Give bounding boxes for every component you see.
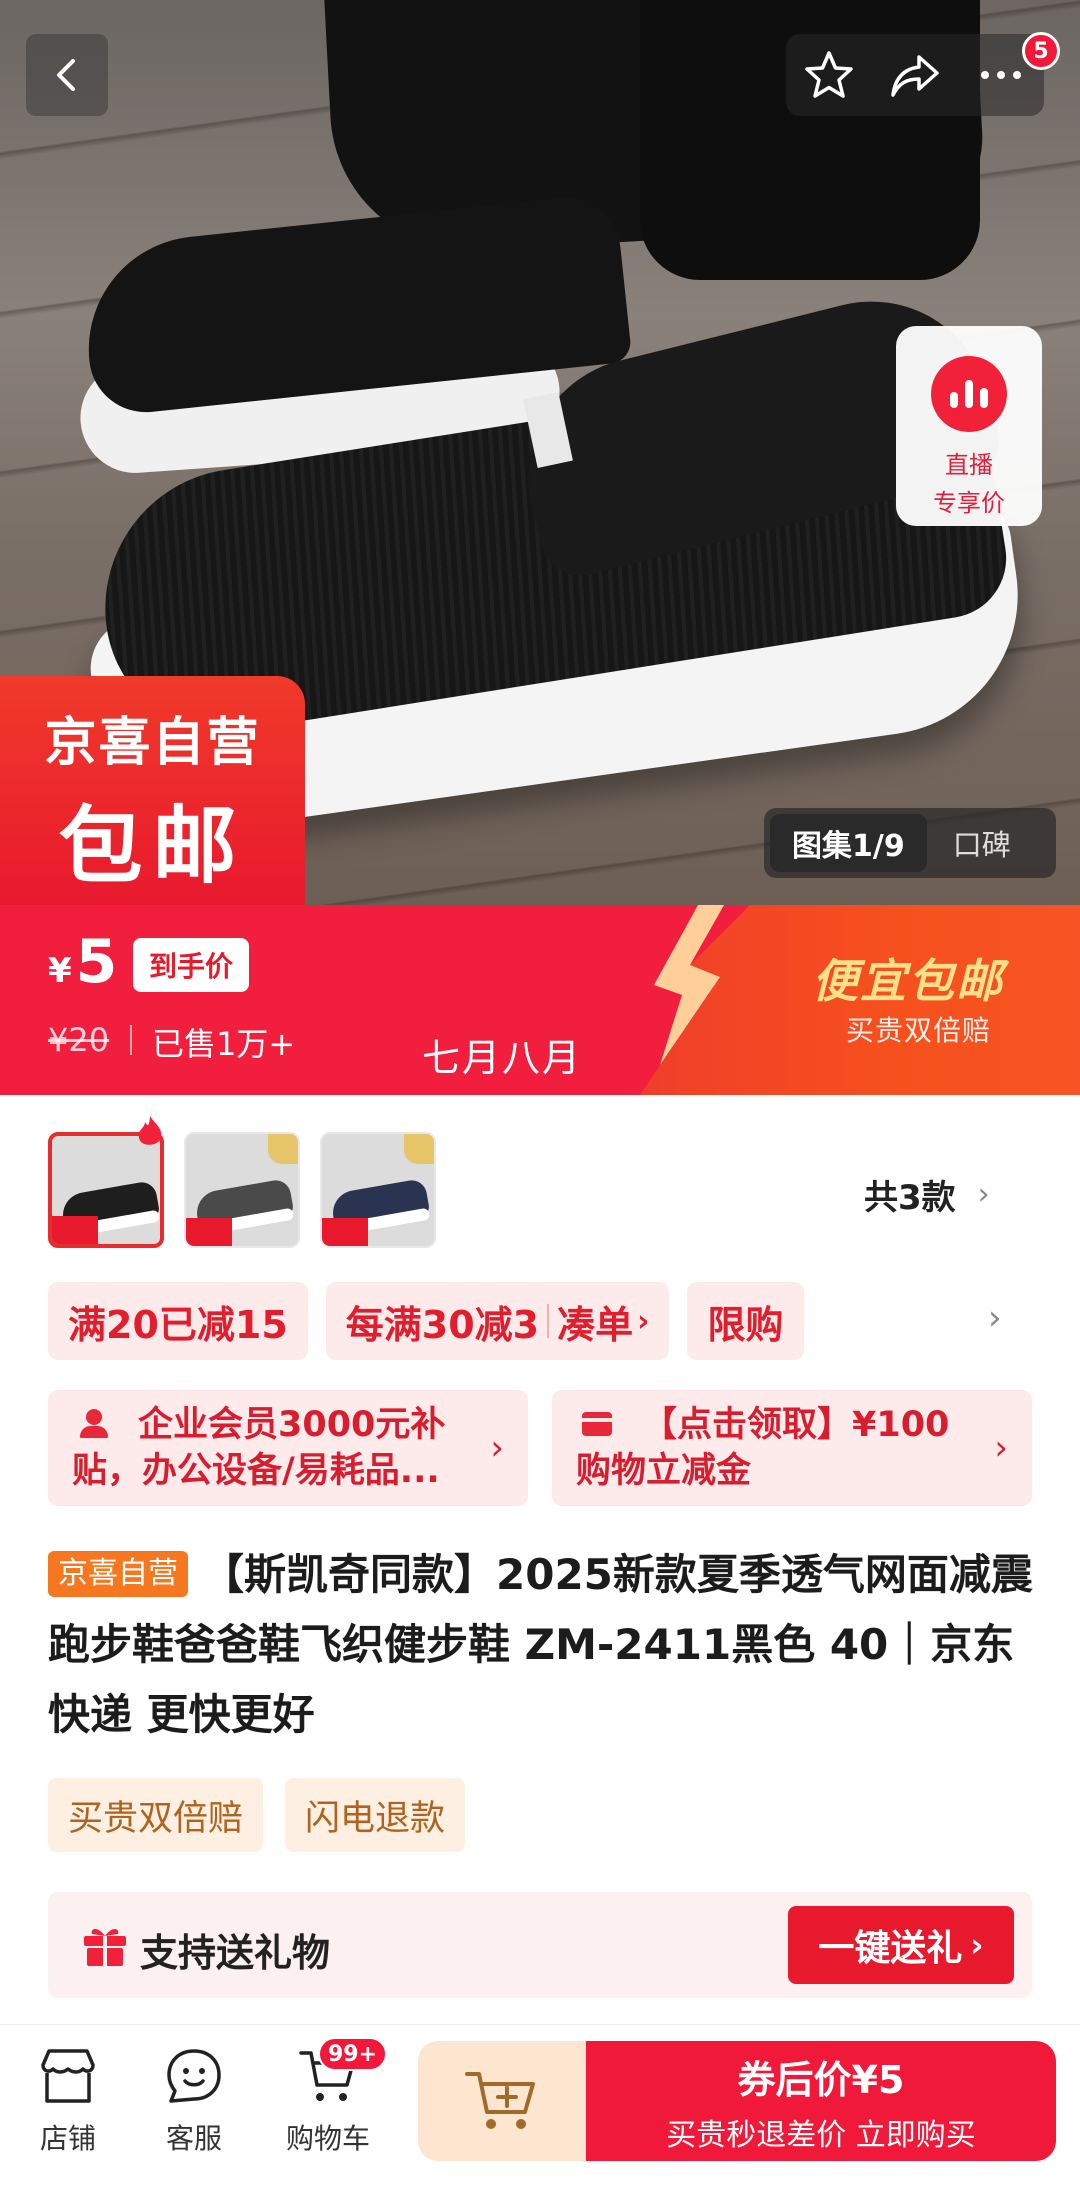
gift-support-label: 支持送礼物 (140, 1931, 331, 1975)
chat-face-icon (167, 2049, 221, 2103)
nav-customer-service[interactable]: 客服 (134, 2045, 254, 2157)
send-gift-label: 一键送礼 (818, 1928, 963, 1969)
product-title: 【斯凯奇同款】2025新款夏季透气网面减震跑步鞋爸爸鞋飞织健步鞋 ZM-2411… (48, 1550, 1033, 1739)
live-price-label: 专享价 (933, 489, 1005, 517)
divider (547, 1304, 550, 1338)
notification-badge: 5 (1022, 32, 1060, 70)
add-items-link: 凑单 (557, 1302, 634, 1347)
coupon-price-label: 券后价¥5 (737, 2058, 905, 2102)
add-cart-icon (465, 2072, 535, 2129)
variant-thumb-grey[interactable] (184, 1132, 300, 1248)
price-currency: ¥ (48, 951, 72, 991)
shopping-coupon-card[interactable]: 【点击领取】¥100购物立减金 › (552, 1390, 1032, 1506)
send-gift-button[interactable]: 一键送礼 › (788, 1906, 1014, 1984)
service-tags: 买贵双倍赔 闪电退款 (48, 1778, 466, 1852)
promo-per-spend-label: 每满30减3 (345, 1302, 540, 1347)
cheap-shipping-title: 便宜包邮 (812, 954, 1004, 1008)
variant-count-link[interactable]: 共3款 › (864, 1170, 990, 1219)
product-title-block: 京喜自营 【斯凯奇同款】2025新款夏季透气网面减震跑步鞋爸爸鞋飞织健步鞋 ZM-… (48, 1540, 1038, 1750)
chevron-right-icon[interactable]: › (988, 1298, 1002, 1338)
more-icon[interactable] (975, 49, 1027, 101)
store-icon (41, 2049, 95, 2103)
gallery-tab-reviews[interactable]: 口碑 (927, 822, 1011, 864)
back-button[interactable] (26, 34, 108, 116)
final-price: ¥ 5 (48, 927, 117, 997)
nav-store-label: 店铺 (39, 2122, 96, 2155)
bottom-action-bar: 店铺 客服 购物车 99+ 券后价¥5 买贵秒退差价 立即购买 (0, 2024, 1080, 2204)
chevron-left-icon (57, 59, 75, 91)
promo-chip-discount[interactable]: 满20已减15 (48, 1282, 308, 1360)
buy-now-button[interactable]: 券后价¥5 买贵秒退差价 立即购买 (586, 2041, 1056, 2161)
live-icon (931, 356, 1007, 432)
service-tag-fast-refund[interactable]: 闪电退款 (285, 1778, 466, 1852)
gallery-tab-images[interactable]: 图集1/9 (770, 814, 927, 872)
sold-count: 已售1万+ (152, 1025, 296, 1063)
add-to-cart-button[interactable] (418, 2041, 588, 2161)
price-value: 5 (75, 927, 118, 997)
benefit-cards: 企业会员3000元补贴，办公设备/易耗品... › 【点击领取】¥100购物立减… (48, 1390, 1032, 1506)
chevron-right-icon: › (970, 1926, 984, 1964)
top-action-bar (786, 34, 1044, 116)
nav-service-label: 客服 (165, 2122, 222, 2155)
enterprise-member-card[interactable]: 企业会员3000元补贴，办公设备/易耗品... › (48, 1390, 528, 1506)
star-icon[interactable] (803, 49, 855, 101)
live-price-card[interactable]: 直播 专享价 (896, 326, 1042, 526)
chevron-right-icon: › (637, 1303, 650, 1339)
chevron-right-icon: › (490, 1428, 504, 1468)
enterprise-member-text: 企业会员3000元补贴，办公设备/易耗品... (72, 1405, 446, 1491)
promotion-chips: 满20已减15 每满30减3 凑单 › 限购 (48, 1282, 804, 1360)
self-operated-tag: 京喜自营 (48, 1551, 188, 1597)
promo-chip-limit[interactable]: 限购 (687, 1282, 804, 1360)
variant-count: 共3款 (864, 1178, 956, 1218)
credit-card-icon (582, 1412, 612, 1436)
person-icon (78, 1409, 108, 1439)
chevron-right-icon: › (977, 1177, 990, 1212)
nav-cart-label: 购物车 (285, 2122, 370, 2155)
buy-now-label: 买贵秒退差价 立即购买 (666, 2118, 976, 2153)
variant-thumb-navy[interactable] (320, 1132, 436, 1248)
gallery-switcher: 图集1/9 口碑 (764, 808, 1056, 878)
promo-chip-per-spend[interactable]: 每满30减3 凑单 › (325, 1282, 670, 1360)
lightning-divider (640, 905, 750, 1095)
shopping-coupon-text: 【点击领取】¥100购物立减金 (576, 1405, 950, 1491)
service-tag-price-guarantee[interactable]: 买贵双倍赔 (48, 1778, 264, 1852)
promo-stamp-free-shipping: 包邮 (58, 797, 247, 895)
live-label: 直播 (945, 451, 993, 479)
gift-icon (84, 1929, 126, 1966)
gift-bar: 支持送礼物 一键送礼 › (48, 1892, 1032, 1998)
month-text: 七月八月 (422, 1036, 583, 1080)
divider (130, 1025, 132, 1055)
share-icon[interactable] (889, 49, 941, 101)
price-guarantee-subtitle: 买贵双倍赔 (846, 1014, 992, 1047)
variant-thumbnails (48, 1132, 436, 1248)
promo-stamp-brand: 京喜自营 (44, 713, 261, 773)
original-price: ¥20 (48, 1021, 110, 1059)
price-banner: ¥ 5 到手价 ¥20 已售1万+ 七月八月 便宜包邮 买贵双倍赔 (0, 905, 1080, 1095)
nav-store[interactable]: 店铺 (8, 2045, 128, 2157)
chevron-right-icon: › (994, 1428, 1008, 1468)
cart-count-badge: 99+ (318, 2037, 388, 2071)
final-price-tag: 到手价 (133, 938, 250, 992)
hot-flame-icon (138, 1116, 162, 1145)
promo-stamp: 京喜自营 包邮 (0, 676, 305, 911)
